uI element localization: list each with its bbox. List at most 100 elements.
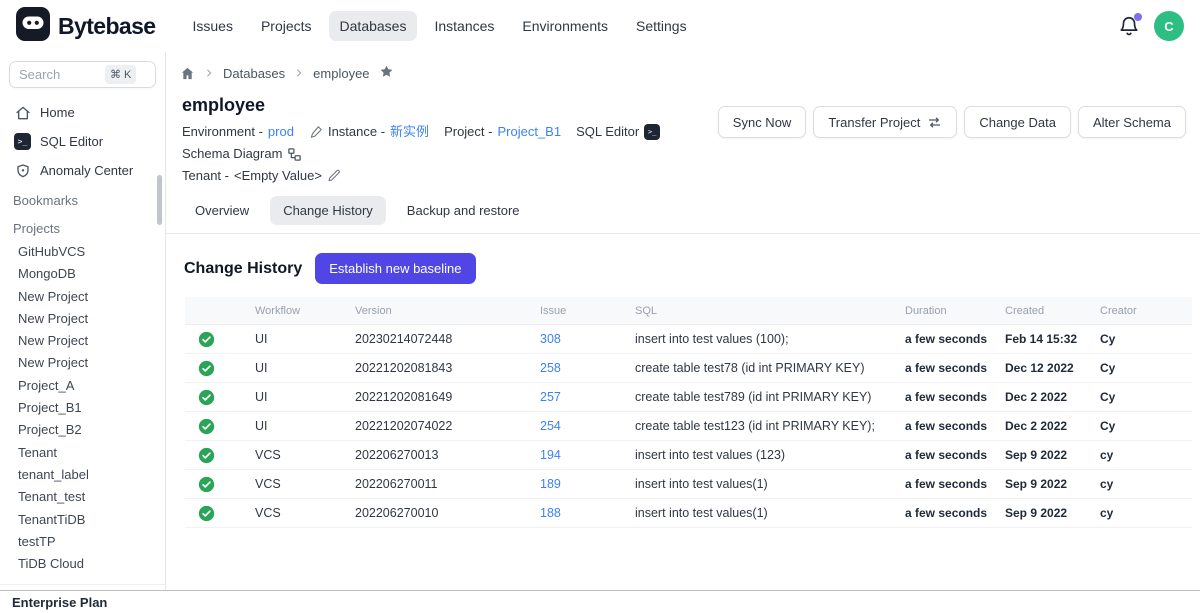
creator-cell: Cy	[1100, 361, 1192, 375]
table-row[interactable]: VCS 202206270011 189 insert into test va…	[185, 470, 1192, 499]
issue-link[interactable]: 194	[540, 448, 561, 462]
instance-link[interactable]: 新实例	[390, 121, 429, 143]
created-cell: Dec 2 2022	[1005, 390, 1100, 404]
bookmark-star-icon[interactable]	[379, 64, 394, 82]
tab[interactable]: Backup and restore	[394, 196, 533, 225]
issue-link[interactable]: 189	[540, 477, 561, 491]
sidebar-project-item[interactable]: New Project	[0, 330, 165, 352]
change-data-button[interactable]: Change Data	[964, 106, 1071, 138]
tab[interactable]: Overview	[182, 196, 262, 225]
issue-link[interactable]: 257	[540, 390, 561, 404]
creator-cell: Cy	[1100, 390, 1192, 404]
alter-schema-button[interactable]: Alter Schema	[1078, 106, 1186, 138]
sidebar-item-sql-editor[interactable]: >_ SQL Editor	[0, 127, 165, 156]
subscription-plan-bar: Enterprise Plan	[0, 590, 1200, 613]
sidebar-project-item[interactable]: New Project	[0, 308, 165, 330]
transfer-project-button[interactable]: Transfer Project	[813, 106, 957, 138]
sidebar-project-item[interactable]: GitHubVCS	[0, 241, 165, 263]
duration-cell: a few seconds	[905, 419, 1005, 433]
version-cell: 20221202074022	[355, 419, 540, 433]
tenant-value: <Empty Value>	[234, 165, 322, 187]
sidebar-project-item[interactable]: New Project	[0, 286, 165, 308]
breadcrumb-home-icon[interactable]	[180, 66, 195, 81]
duration-cell: a few seconds	[905, 390, 1005, 404]
creator-cell: Cy	[1100, 419, 1192, 433]
workflow-cell: UI	[255, 419, 355, 433]
table-row[interactable]: VCS 202206270010 188 insert into test va…	[185, 499, 1192, 528]
sidebar-project-item[interactable]: New Project	[0, 352, 165, 374]
breadcrumb: Databases employee	[166, 52, 1200, 82]
environment-link[interactable]: prod	[268, 121, 294, 143]
nav-item[interactable]: Instances	[423, 11, 505, 41]
issue-link[interactable]: 258	[540, 361, 561, 375]
notifications-button[interactable]	[1118, 14, 1140, 38]
home-icon	[14, 104, 31, 121]
transfer-arrows-icon	[927, 115, 942, 130]
sql-editor-link[interactable]: SQL Editor >_	[576, 121, 660, 143]
sidebar-project-item[interactable]: Project_B2	[0, 419, 165, 441]
sidebar-item-home[interactable]: Home	[0, 98, 165, 127]
sql-cell: insert into test values(1)	[635, 506, 905, 520]
nav-item[interactable]: Projects	[250, 11, 323, 41]
created-cell: Sep 9 2022	[1005, 506, 1100, 520]
table-header-row: Workflow Version Issue SQL Duration Crea…	[185, 297, 1192, 325]
nav-item[interactable]: Issues	[181, 11, 243, 41]
nav-item[interactable]: Databases	[329, 11, 418, 41]
issue-link[interactable]: 254	[540, 419, 561, 433]
issue-link[interactable]: 308	[540, 332, 561, 346]
column-header: SQL	[635, 305, 905, 317]
table-row[interactable]: UI 20221202074022 254 create table test1…	[185, 412, 1192, 441]
change-history-table: Workflow Version Issue SQL Duration Crea…	[185, 297, 1192, 528]
sidebar-project-item[interactable]: Tenant	[0, 442, 165, 464]
table-row[interactable]: UI 20221202081843 258 create table test7…	[185, 354, 1192, 383]
project-link[interactable]: Project_B1	[497, 121, 561, 143]
notification-dot	[1134, 13, 1142, 21]
bytebase-app: Bytebase IssuesProjectsDatabasesInstance…	[0, 0, 1200, 613]
version-cell: 20221202081843	[355, 361, 540, 375]
nav-item[interactable]: Environments	[511, 11, 619, 41]
sidebar-item-label: SQL Editor	[40, 134, 103, 149]
created-cell: Sep 9 2022	[1005, 448, 1100, 462]
success-check-icon	[198, 505, 215, 522]
sidebar-scrollbar[interactable]	[157, 175, 162, 225]
workflow-cell: VCS	[255, 448, 355, 462]
chevron-right-icon	[204, 68, 214, 78]
workflow-cell: VCS	[255, 477, 355, 491]
table-row[interactable]: UI 20230214072448 308 insert into test v…	[185, 325, 1192, 354]
status-cell	[185, 476, 255, 493]
brand-logo[interactable]: Bytebase	[16, 7, 155, 46]
version-cell: 202206270010	[355, 506, 540, 520]
sidebar-project-item[interactable]: testTP	[0, 531, 165, 553]
sidebar-project-item[interactable]: tenant_label	[0, 464, 165, 486]
table-row[interactable]: VCS 202206270013 194 insert into test va…	[185, 441, 1192, 470]
sidebar-project-item[interactable]: TenantTiDB	[0, 509, 165, 531]
sidebar-projects-list: GitHubVCSMongoDBNew ProjectNew ProjectNe…	[0, 241, 165, 575]
nav-item[interactable]: Settings	[625, 11, 698, 41]
sidebar-item-anomaly-center[interactable]: Anomaly Center	[0, 156, 165, 185]
sidebar-project-item[interactable]: Project_A	[0, 375, 165, 397]
column-header: Version	[355, 305, 540, 317]
sync-now-button[interactable]: Sync Now	[718, 106, 807, 138]
edit-pencil-icon[interactable]	[327, 169, 341, 183]
schema-diagram-link[interactable]: Schema Diagram	[182, 143, 302, 165]
sidebar: ⌘ K Home >_ SQL Editor Anomaly Center	[0, 52, 166, 590]
success-check-icon	[198, 476, 215, 493]
duration-cell: a few seconds	[905, 477, 1005, 491]
sidebar-project-item[interactable]: Tenant_test	[0, 486, 165, 508]
avatar[interactable]: C	[1154, 11, 1184, 41]
search-box[interactable]: ⌘ K	[9, 61, 156, 88]
sql-cell: create table test78 (id int PRIMARY KEY)	[635, 361, 905, 375]
issue-link[interactable]: 188	[540, 506, 561, 520]
tab-bar: Overview Change History Backup and restore	[166, 192, 1200, 234]
sidebar-project-item[interactable]: Project_B1	[0, 397, 165, 419]
shield-icon	[14, 162, 31, 179]
sql-cell: insert into test values (123)	[635, 448, 905, 462]
establish-baseline-button[interactable]: Establish new baseline	[315, 253, 475, 284]
sidebar-project-item[interactable]: TiDB Cloud	[0, 553, 165, 575]
sidebar-project-item[interactable]: MongoDB	[0, 263, 165, 285]
table-row[interactable]: UI 20221202081649 257 create table test7…	[185, 383, 1192, 412]
search-input[interactable]	[19, 67, 105, 82]
breadcrumb-databases[interactable]: Databases	[223, 66, 285, 81]
tab[interactable]: Change History	[270, 196, 386, 225]
chevron-right-icon	[294, 68, 304, 78]
